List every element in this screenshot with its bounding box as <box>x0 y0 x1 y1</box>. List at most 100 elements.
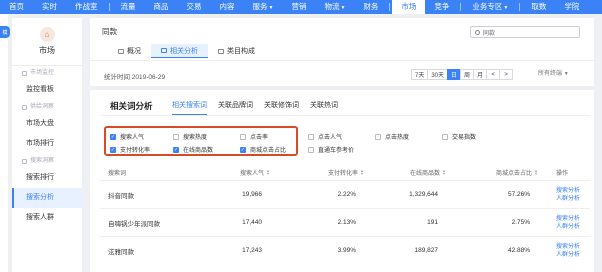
crowd-analysis-link[interactable]: 人群分析 <box>556 251 580 259</box>
checkbox-label: 交易指数 <box>452 135 477 141</box>
table-row: 泫雅同款 17,243 3.99% 189,827 42.88% 搜索分析 人群… <box>100 236 590 264</box>
tab-related-modifier-words[interactable]: 关联修饰词 <box>264 100 299 115</box>
nav-business-zone[interactable]: 业务专区▼ <box>463 0 517 14</box>
search-word: 自嗨锅少年派同款 <box>108 220 160 228</box>
sidebar-item-search-ranking[interactable]: 搜索排行 <box>12 168 82 188</box>
checkbox-trade-index[interactable]: 交易指数 <box>442 132 476 141</box>
search-analysis-link[interactable]: 搜索分析 <box>556 187 580 195</box>
date-day-button[interactable]: 日 <box>447 69 462 80</box>
tab-label: 类目构成 <box>227 48 255 55</box>
sidebar-item-market-overview[interactable]: 市场大盘 <box>12 114 82 134</box>
nav-logistics[interactable]: 物流▼ <box>315 0 354 14</box>
header-mall-click-ratio[interactable]: 商城点击占比 ▲ ▼ <box>478 164 538 180</box>
crowd-analysis-link[interactable]: 人群分析 <box>556 223 580 231</box>
left-edge-panel <box>0 14 8 272</box>
nav-marketing[interactable]: 营销 <box>282 0 315 14</box>
nav-content[interactable]: 内容 <box>211 0 244 14</box>
checkbox-icon <box>308 146 314 153</box>
supply-icon <box>22 104 27 110</box>
tab-related-brand-words[interactable]: 关联品牌词 <box>218 100 253 115</box>
sidebar-item-search-crowd[interactable]: 搜索人群 <box>12 208 82 228</box>
sort-icon: ▲ ▼ <box>442 168 446 176</box>
search-analysis-link[interactable]: 搜索分析 <box>556 243 580 251</box>
checkbox-search-heat[interactable]: 搜索热度 <box>173 132 207 141</box>
header-label: 在线商品数 <box>410 170 441 177</box>
checkbox-search-popularity[interactable]: ✓ 搜索人气 <box>110 132 144 141</box>
search-input-value: 同款 <box>483 30 496 37</box>
nav-market[interactable]: 市场 <box>392 0 426 14</box>
checkbox-ztc-price[interactable]: 直通车参考价 <box>308 145 354 154</box>
sidebar-item-monitor-board[interactable]: 监控看板 <box>12 80 82 100</box>
date-prev-button[interactable]: < <box>486 69 501 80</box>
checkbox-click-heat[interactable]: 点击热度 <box>375 132 409 141</box>
popularity-value: 17,440 <box>242 219 262 226</box>
header-popularity[interactable]: 搜索人气 ▲ ▼ <box>220 164 270 180</box>
checkbox-payment-conversion[interactable]: ✓ 支付转化率 <box>110 145 150 154</box>
nav-academy[interactable]: 学院 <box>555 0 588 14</box>
row-actions: 搜索分析 人群分析 <box>556 237 580 264</box>
chevron-down-icon: ▼ <box>563 71 569 77</box>
table-header: 搜索词 搜索人气 ▲ ▼ 支付转化率 ▲ ▼ 在线商品数 ▲ ▼ 商城点击占比 ▲ ▼ 操作 <box>100 164 590 180</box>
sidebar-item-market-ranking[interactable]: 市场排行 <box>12 134 82 154</box>
checkbox-label: 搜索热度 <box>183 135 208 141</box>
conversion-value: 3.99% <box>337 247 356 254</box>
section-tabs: 相关搜索词 关联品牌词 关联修饰词 关联热词 <box>172 100 349 115</box>
nav-data-fetch[interactable]: 取数 <box>522 0 555 14</box>
checkbox-checked-icon: ✓ <box>173 146 179 153</box>
header-card: 同款 同款 概况 相关分析 类目构成 统计时间 2019-06-29 7天 30… <box>90 18 594 86</box>
date-30days-button[interactable]: 30天 <box>427 69 449 80</box>
related-analysis-icon <box>161 48 167 53</box>
checkbox-label: 点击热度 <box>385 135 410 141</box>
search-icon <box>475 29 480 35</box>
tab-related-hot-words[interactable]: 关联热词 <box>310 100 338 115</box>
mall-click-ratio-value: 57.26% <box>507 191 530 198</box>
popularity-value: 17,243 <box>242 247 262 254</box>
tab-related-analysis[interactable]: 相关分析 <box>151 44 208 58</box>
nav-war-room[interactable]: 作战室 <box>66 0 107 14</box>
left-badge[interactable]: 模 <box>0 26 10 38</box>
nav-traffic[interactable]: 流量 <box>112 0 145 14</box>
section-title: 相关词分析 <box>110 101 153 111</box>
header-online-products[interactable]: 在线商品数 ▲ ▼ <box>390 164 446 180</box>
nav-home[interactable]: 首页 <box>0 0 33 14</box>
checkbox-icon <box>308 133 314 140</box>
terminal-select[interactable]: 所有终端 ▼ <box>538 69 569 80</box>
conversion-value: 2.13% <box>337 219 356 226</box>
header-actions: 操作 <box>556 170 569 177</box>
checkbox-online-products[interactable]: ✓ 在线商品数 <box>173 145 213 154</box>
checkbox-mall-click-ratio[interactable]: ✓ 商城点击占比 <box>240 145 286 154</box>
chevron-down-icon: ▼ <box>503 5 509 11</box>
header-conversion[interactable]: 支付转化率 ▲ ▼ <box>310 164 364 180</box>
date-week-button[interactable]: 周 <box>460 69 475 80</box>
crowd-analysis-link[interactable]: 人群分析 <box>556 195 580 203</box>
category-icon <box>218 48 224 54</box>
checkbox-click-popularity[interactable]: 点击人气 <box>308 132 342 141</box>
tab-label: 相关分析 <box>170 47 198 55</box>
nav-product[interactable]: 商品 <box>145 0 178 14</box>
search-input[interactable]: 同款 <box>470 26 580 38</box>
nav-trade[interactable]: 交易 <box>178 0 211 14</box>
checkbox-checked-icon: ✓ <box>240 146 246 153</box>
checkbox-icon <box>240 133 246 140</box>
checkbox-label: 点击率 <box>250 135 269 141</box>
tab-overview[interactable]: 概况 <box>108 44 151 58</box>
sidebar-group-label: 市场监控 <box>30 70 55 76</box>
tab-related-search-words[interactable]: 相关搜索词 <box>172 100 207 115</box>
date-range-selector: 7天 30天 日 周 月 < > <box>411 69 514 80</box>
checkbox-click-rate[interactable]: 点击率 <box>240 132 268 141</box>
date-7days-button[interactable]: 7天 <box>411 69 429 80</box>
sidebar-group-search: 搜索洞察 <box>12 154 82 168</box>
nav-competition[interactable]: 竞争 <box>425 0 458 14</box>
nav-finance[interactable]: 财务 <box>354 0 387 14</box>
nav-service[interactable]: 服务▼ <box>244 0 283 14</box>
sidebar-item-search-analysis[interactable]: 搜索分析 <box>12 188 82 208</box>
search-analysis-link[interactable]: 搜索分析 <box>556 215 580 223</box>
tab-category-composition[interactable]: 类目构成 <box>208 44 265 58</box>
row-actions: 搜索分析 人群分析 <box>556 181 580 208</box>
nav-realtime[interactable]: 实时 <box>33 0 66 14</box>
monitor-icon <box>22 70 27 76</box>
date-month-button[interactable]: 月 <box>473 69 488 80</box>
sidebar-title: 市场 <box>39 46 55 55</box>
nav-separator <box>519 3 521 11</box>
date-next-button[interactable]: > <box>499 69 514 80</box>
